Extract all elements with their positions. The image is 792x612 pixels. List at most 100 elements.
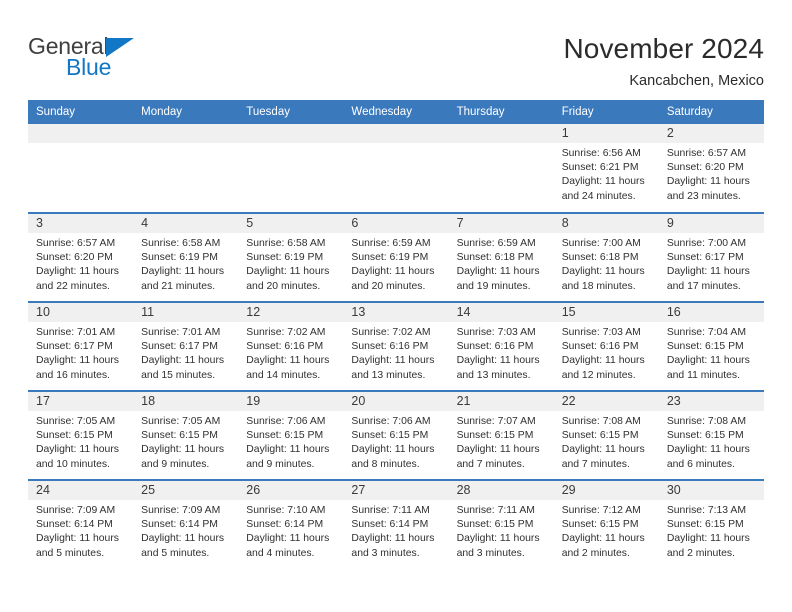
page-subtitle: Kancabchen, Mexico <box>629 73 764 89</box>
calendar-day-cell[interactable]: 4 Sunrise: 6:58 AM Sunset: 6:19 PM Daylight… <box>133 212 239 302</box>
day-sun-info: Sunrise: 7:09 AM Sunset: 6:14 PM Daylight:… <box>28 500 133 561</box>
sunset-text: Sunset: 6:19 PM <box>141 252 218 264</box>
calendar-body: 1 Sunrise: 6:56 AM Sunset: 6:21 PM Daylight… <box>28 124 764 569</box>
sunset-text: Sunset: 6:16 PM <box>456 341 534 353</box>
calendar-day-cell[interactable]: 8 Sunrise: 7:00 AM Sunset: 6:18 PM Daylight… <box>553 212 659 302</box>
calendar-day-cell[interactable]: 2 Sunrise: 6:57 AM Sunset: 6:20 PM Daylight… <box>658 124 764 213</box>
calendar-day-cell[interactable]: 23 Sunrise: 7:08 AM Sunset: 6:15 PM Dayligh… <box>658 390 764 480</box>
sunrise-text: Sunrise: 7:06 AM <box>246 416 326 427</box>
day-number: 26 <box>238 481 344 500</box>
calendar-day-cell[interactable]: 14 Sunrise: 7:03 AM Sunset: 6:16 PM Dayligh… <box>448 301 554 391</box>
day-sun-info: Sunrise: 7:01 AM Sunset: 6:17 PM Daylight:… <box>28 322 133 383</box>
daylight-text: Daylight: 11 hours and 17 minutes. <box>666 266 750 292</box>
day-sun-info: Sunrise: 6:58 AM Sunset: 6:19 PM Daylight:… <box>238 233 343 294</box>
sunrise-text: Sunrise: 7:07 AM <box>456 416 536 427</box>
sunrise-text: Sunrise: 7:02 AM <box>246 327 326 338</box>
daylight-text: Daylight: 11 hours and 7 minutes. <box>561 444 645 470</box>
calendar-grid: Sunday Monday Tuesday Wednesday Thursday… <box>28 100 764 569</box>
calendar-day-cell[interactable]: 27 Sunrise: 7:11 AM Sunset: 6:14 PM Dayligh… <box>343 479 449 569</box>
sunset-text: Sunset: 6:15 PM <box>666 341 744 353</box>
daylight-text: Daylight: 11 hours and 5 minutes. <box>141 533 225 559</box>
sunrise-text: Sunrise: 7:05 AM <box>36 416 116 427</box>
sunrise-text: Sunrise: 7:02 AM <box>351 327 431 338</box>
day-sun-info: Sunrise: 6:59 AM Sunset: 6:18 PM Daylight:… <box>449 233 554 294</box>
daylight-text: Daylight: 11 hours and 20 minutes. <box>351 266 435 292</box>
day-sun-info: Sunrise: 6:59 AM Sunset: 6:19 PM Daylight:… <box>343 233 448 294</box>
day-sun-info: Sunrise: 6:56 AM Sunset: 6:21 PM Daylight:… <box>554 143 659 204</box>
calendar-day-cell[interactable]: 24 Sunrise: 7:09 AM Sunset: 6:14 PM Dayligh… <box>28 479 134 569</box>
weekday-header-friday: Friday <box>553 100 659 124</box>
sunset-text: Sunset: 6:15 PM <box>141 430 218 442</box>
day-number: 14 <box>448 303 554 322</box>
calendar-day-cell[interactable]: 11 Sunrise: 7:01 AM Sunset: 6:17 PM Dayligh… <box>133 301 239 391</box>
day-sun-info: Sunrise: 6:57 AM Sunset: 6:20 PM Daylight:… <box>28 233 133 294</box>
calendar-day-cell[interactable]: 19 Sunrise: 7:06 AM Sunset: 6:15 PM Dayligh… <box>238 390 344 480</box>
calendar-day-cell[interactable]: 10 Sunrise: 7:01 AM Sunset: 6:17 PM Dayligh… <box>28 301 134 391</box>
calendar-day-cell[interactable]: 20 Sunrise: 7:06 AM Sunset: 6:15 PM Dayligh… <box>343 390 449 480</box>
sunrise-text: Sunrise: 7:06 AM <box>351 416 431 427</box>
calendar-day-cell[interactable]: 13 Sunrise: 7:02 AM Sunset: 6:16 PM Dayligh… <box>343 301 449 391</box>
sunrise-text: Sunrise: 7:10 AM <box>246 505 326 516</box>
calendar-day-cell[interactable]: 15 Sunrise: 7:03 AM Sunset: 6:16 PM Dayligh… <box>553 301 659 391</box>
calendar-day-cell[interactable]: 3 Sunrise: 6:57 AM Sunset: 6:20 PM Daylight… <box>28 212 134 302</box>
day-number: 16 <box>658 303 764 322</box>
calendar-day-cell[interactable]: 5 Sunrise: 6:58 AM Sunset: 6:19 PM Daylight… <box>238 212 344 302</box>
sunset-text: Sunset: 6:20 PM <box>666 162 744 174</box>
calendar-day-cell[interactable]: 7 Sunrise: 6:59 AM Sunset: 6:18 PM Daylight… <box>448 212 554 302</box>
day-number: 23 <box>658 392 764 411</box>
day-number: 29 <box>553 481 659 500</box>
calendar-week-row: 3 Sunrise: 6:57 AM Sunset: 6:20 PM Daylight… <box>28 212 764 302</box>
day-sun-info: Sunrise: 7:00 AM Sunset: 6:18 PM Daylight:… <box>554 233 659 294</box>
weekday-header-wednesday: Wednesday <box>343 100 449 124</box>
calendar-day-cell[interactable]: 21 Sunrise: 7:07 AM Sunset: 6:15 PM Dayligh… <box>448 390 554 480</box>
calendar-cell-empty <box>343 124 449 213</box>
calendar-day-cell[interactable]: 12 Sunrise: 7:02 AM Sunset: 6:16 PM Dayligh… <box>238 301 344 391</box>
day-number: 9 <box>658 214 764 233</box>
calendar-day-cell[interactable]: 9 Sunrise: 7:00 AM Sunset: 6:17 PM Daylight… <box>658 212 764 302</box>
daylight-text: Daylight: 11 hours and 11 minutes. <box>666 355 750 381</box>
daylight-text: Daylight: 11 hours and 5 minutes. <box>36 533 119 559</box>
sunset-text: Sunset: 6:15 PM <box>456 519 534 531</box>
day-number: 6 <box>343 214 449 233</box>
calendar-day-cell[interactable]: 18 Sunrise: 7:05 AM Sunset: 6:15 PM Dayligh… <box>133 390 239 480</box>
daylight-text: Daylight: 11 hours and 8 minutes. <box>351 444 435 470</box>
day-number: 3 <box>28 214 134 233</box>
day-sun-info: Sunrise: 7:05 AM Sunset: 6:15 PM Daylight:… <box>133 411 238 472</box>
weekday-header-row: Sunday Monday Tuesday Wednesday Thursday… <box>28 100 764 124</box>
sunset-text: Sunset: 6:15 PM <box>666 430 744 442</box>
day-sun-info: Sunrise: 7:12 AM Sunset: 6:15 PM Daylight:… <box>554 500 659 561</box>
daylight-text: Daylight: 11 hours and 3 minutes. <box>456 533 540 559</box>
calendar-day-cell[interactable]: 22 Sunrise: 7:08 AM Sunset: 6:15 PM Dayligh… <box>553 390 659 480</box>
day-sun-info: Sunrise: 7:02 AM Sunset: 6:16 PM Daylight:… <box>343 322 448 383</box>
calendar-day-cell[interactable]: 6 Sunrise: 6:59 AM Sunset: 6:19 PM Daylight… <box>343 212 449 302</box>
calendar-cell-empty <box>133 124 239 213</box>
calendar-day-cell[interactable]: 1 Sunrise: 6:56 AM Sunset: 6:21 PM Daylight… <box>553 124 659 213</box>
sunrise-text: Sunrise: 7:04 AM <box>666 327 746 338</box>
sunset-text: Sunset: 6:21 PM <box>561 162 639 174</box>
sunrise-text: Sunrise: 6:56 AM <box>561 148 641 159</box>
calendar-day-cell[interactable]: 29 Sunrise: 7:12 AM Sunset: 6:15 PM Dayligh… <box>553 479 659 569</box>
calendar-day-cell[interactable]: 16 Sunrise: 7:04 AM Sunset: 6:15 PM Dayligh… <box>658 301 764 391</box>
generalblue-logo[interactable]: General Blue <box>28 30 168 82</box>
day-number <box>343 124 449 143</box>
day-number <box>28 124 134 143</box>
sunrise-text: Sunrise: 7:01 AM <box>141 327 221 338</box>
day-number: 17 <box>28 392 134 411</box>
day-number: 13 <box>343 303 449 322</box>
calendar-day-cell[interactable]: 30 Sunrise: 7:13 AM Sunset: 6:15 PM Dayligh… <box>658 479 764 569</box>
weekday-header-saturday: Saturday <box>658 100 764 124</box>
sunrise-text: Sunrise: 7:08 AM <box>666 416 746 427</box>
daylight-text: Daylight: 11 hours and 19 minutes. <box>456 266 540 292</box>
sunrise-text: Sunrise: 7:09 AM <box>36 505 116 516</box>
calendar-day-cell[interactable]: 25 Sunrise: 7:09 AM Sunset: 6:14 PM Dayligh… <box>133 479 239 569</box>
calendar-day-cell[interactable]: 17 Sunrise: 7:05 AM Sunset: 6:15 PM Dayligh… <box>28 390 134 480</box>
day-number: 21 <box>448 392 554 411</box>
logo-triangle-icon <box>106 38 134 57</box>
calendar-day-cell[interactable]: 26 Sunrise: 7:10 AM Sunset: 6:14 PM Dayligh… <box>238 479 344 569</box>
calendar-page: General Blue November 2024 Kancabchen, M… <box>0 0 792 612</box>
day-number: 12 <box>238 303 344 322</box>
calendar-day-cell[interactable]: 28 Sunrise: 7:11 AM Sunset: 6:15 PM Dayligh… <box>448 479 554 569</box>
sunrise-text: Sunrise: 7:09 AM <box>141 505 221 516</box>
day-sun-info: Sunrise: 7:01 AM Sunset: 6:17 PM Daylight:… <box>133 322 238 383</box>
day-number: 22 <box>553 392 659 411</box>
